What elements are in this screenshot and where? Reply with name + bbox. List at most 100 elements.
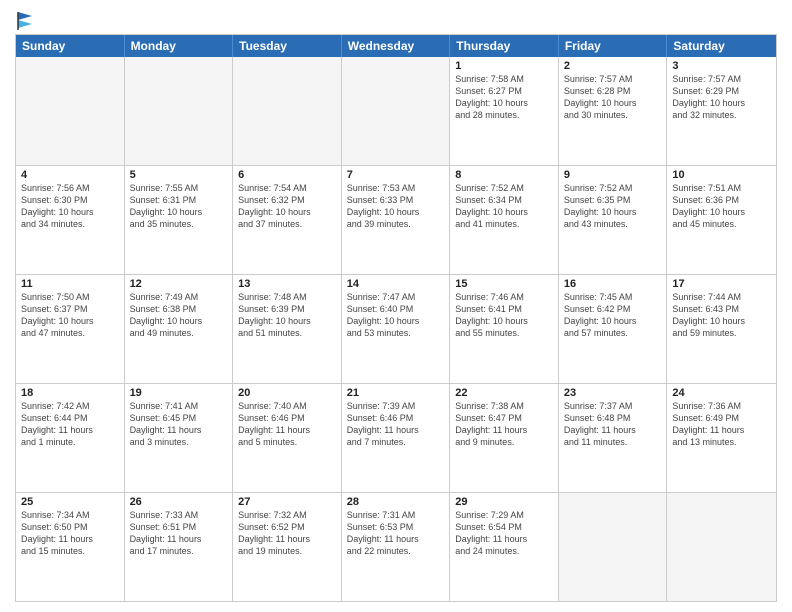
day-number: 19 — [130, 387, 228, 399]
day-number: 2 — [564, 60, 662, 72]
day-info: Sunrise: 7:45 AM Sunset: 6:42 PM Dayligh… — [564, 291, 662, 340]
calendar-cell: 15Sunrise: 7:46 AM Sunset: 6:41 PM Dayli… — [450, 275, 559, 383]
day-number: 5 — [130, 169, 228, 181]
calendar-row: 25Sunrise: 7:34 AM Sunset: 6:50 PM Dayli… — [16, 493, 776, 601]
day-info: Sunrise: 7:49 AM Sunset: 6:38 PM Dayligh… — [130, 291, 228, 340]
calendar-cell: 24Sunrise: 7:36 AM Sunset: 6:49 PM Dayli… — [667, 384, 776, 492]
day-info: Sunrise: 7:47 AM Sunset: 6:40 PM Dayligh… — [347, 291, 445, 340]
day-info: Sunrise: 7:41 AM Sunset: 6:45 PM Dayligh… — [130, 400, 228, 449]
calendar-row: 11Sunrise: 7:50 AM Sunset: 6:37 PM Dayli… — [16, 275, 776, 384]
day-number: 20 — [238, 387, 336, 399]
day-number: 23 — [564, 387, 662, 399]
day-info: Sunrise: 7:56 AM Sunset: 6:30 PM Dayligh… — [21, 182, 119, 231]
calendar-cell: 4Sunrise: 7:56 AM Sunset: 6:30 PM Daylig… — [16, 166, 125, 274]
calendar-cell: 16Sunrise: 7:45 AM Sunset: 6:42 PM Dayli… — [559, 275, 668, 383]
calendar-cell — [16, 57, 125, 165]
calendar-cell: 18Sunrise: 7:42 AM Sunset: 6:44 PM Dayli… — [16, 384, 125, 492]
day-number: 26 — [130, 496, 228, 508]
calendar-cell: 2Sunrise: 7:57 AM Sunset: 6:28 PM Daylig… — [559, 57, 668, 165]
day-info: Sunrise: 7:32 AM Sunset: 6:52 PM Dayligh… — [238, 509, 336, 558]
day-info: Sunrise: 7:46 AM Sunset: 6:41 PM Dayligh… — [455, 291, 553, 340]
day-info: Sunrise: 7:37 AM Sunset: 6:48 PM Dayligh… — [564, 400, 662, 449]
day-number: 18 — [21, 387, 119, 399]
day-number: 7 — [347, 169, 445, 181]
calendar-cell: 20Sunrise: 7:40 AM Sunset: 6:46 PM Dayli… — [233, 384, 342, 492]
day-info: Sunrise: 7:53 AM Sunset: 6:33 PM Dayligh… — [347, 182, 445, 231]
calendar-cell: 10Sunrise: 7:51 AM Sunset: 6:36 PM Dayli… — [667, 166, 776, 274]
day-info: Sunrise: 7:51 AM Sunset: 6:36 PM Dayligh… — [672, 182, 771, 231]
calendar-cell: 28Sunrise: 7:31 AM Sunset: 6:53 PM Dayli… — [342, 493, 451, 601]
calendar-cell — [559, 493, 668, 601]
weekday-header: Sunday — [16, 35, 125, 57]
day-number: 14 — [347, 278, 445, 290]
day-number: 25 — [21, 496, 119, 508]
day-info: Sunrise: 7:52 AM Sunset: 6:35 PM Dayligh… — [564, 182, 662, 231]
calendar-cell — [233, 57, 342, 165]
calendar-cell — [667, 493, 776, 601]
day-number: 27 — [238, 496, 336, 508]
day-info: Sunrise: 7:54 AM Sunset: 6:32 PM Dayligh… — [238, 182, 336, 231]
day-number: 3 — [672, 60, 771, 72]
calendar-row: 4Sunrise: 7:56 AM Sunset: 6:30 PM Daylig… — [16, 166, 776, 275]
calendar-cell: 19Sunrise: 7:41 AM Sunset: 6:45 PM Dayli… — [125, 384, 234, 492]
day-number: 11 — [21, 278, 119, 290]
calendar-cell: 23Sunrise: 7:37 AM Sunset: 6:48 PM Dayli… — [559, 384, 668, 492]
calendar-cell: 29Sunrise: 7:29 AM Sunset: 6:54 PM Dayli… — [450, 493, 559, 601]
calendar-cell: 25Sunrise: 7:34 AM Sunset: 6:50 PM Dayli… — [16, 493, 125, 601]
day-info: Sunrise: 7:58 AM Sunset: 6:27 PM Dayligh… — [455, 73, 553, 122]
day-info: Sunrise: 7:55 AM Sunset: 6:31 PM Dayligh… — [130, 182, 228, 231]
weekday-header: Wednesday — [342, 35, 451, 57]
weekday-header: Tuesday — [233, 35, 342, 57]
day-info: Sunrise: 7:39 AM Sunset: 6:46 PM Dayligh… — [347, 400, 445, 449]
day-info: Sunrise: 7:52 AM Sunset: 6:34 PM Dayligh… — [455, 182, 553, 231]
day-info: Sunrise: 7:34 AM Sunset: 6:50 PM Dayligh… — [21, 509, 119, 558]
calendar-cell: 3Sunrise: 7:57 AM Sunset: 6:29 PM Daylig… — [667, 57, 776, 165]
calendar-cell: 5Sunrise: 7:55 AM Sunset: 6:31 PM Daylig… — [125, 166, 234, 274]
calendar-row: 1Sunrise: 7:58 AM Sunset: 6:27 PM Daylig… — [16, 57, 776, 166]
header — [15, 10, 777, 28]
day-info: Sunrise: 7:36 AM Sunset: 6:49 PM Dayligh… — [672, 400, 771, 449]
day-number: 8 — [455, 169, 553, 181]
day-number: 17 — [672, 278, 771, 290]
day-info: Sunrise: 7:29 AM Sunset: 6:54 PM Dayligh… — [455, 509, 553, 558]
day-number: 15 — [455, 278, 553, 290]
day-number: 21 — [347, 387, 445, 399]
day-info: Sunrise: 7:42 AM Sunset: 6:44 PM Dayligh… — [21, 400, 119, 449]
logo — [15, 14, 34, 28]
calendar-header: SundayMondayTuesdayWednesdayThursdayFrid… — [16, 35, 776, 57]
calendar-cell: 22Sunrise: 7:38 AM Sunset: 6:47 PM Dayli… — [450, 384, 559, 492]
day-info: Sunrise: 7:44 AM Sunset: 6:43 PM Dayligh… — [672, 291, 771, 340]
day-number: 12 — [130, 278, 228, 290]
weekday-header: Friday — [559, 35, 668, 57]
logo-flag-icon — [16, 10, 34, 32]
day-info: Sunrise: 7:38 AM Sunset: 6:47 PM Dayligh… — [455, 400, 553, 449]
day-number: 29 — [455, 496, 553, 508]
weekday-header: Thursday — [450, 35, 559, 57]
weekday-header: Saturday — [667, 35, 776, 57]
day-info: Sunrise: 7:57 AM Sunset: 6:29 PM Dayligh… — [672, 73, 771, 122]
day-info: Sunrise: 7:50 AM Sunset: 6:37 PM Dayligh… — [21, 291, 119, 340]
calendar-body: 1Sunrise: 7:58 AM Sunset: 6:27 PM Daylig… — [16, 57, 776, 601]
day-number: 6 — [238, 169, 336, 181]
calendar-cell — [342, 57, 451, 165]
day-info: Sunrise: 7:48 AM Sunset: 6:39 PM Dayligh… — [238, 291, 336, 340]
calendar-cell: 13Sunrise: 7:48 AM Sunset: 6:39 PM Dayli… — [233, 275, 342, 383]
day-number: 10 — [672, 169, 771, 181]
calendar-cell: 8Sunrise: 7:52 AM Sunset: 6:34 PM Daylig… — [450, 166, 559, 274]
day-number: 16 — [564, 278, 662, 290]
calendar-cell: 11Sunrise: 7:50 AM Sunset: 6:37 PM Dayli… — [16, 275, 125, 383]
calendar-cell: 27Sunrise: 7:32 AM Sunset: 6:52 PM Dayli… — [233, 493, 342, 601]
day-number: 22 — [455, 387, 553, 399]
calendar-cell: 12Sunrise: 7:49 AM Sunset: 6:38 PM Dayli… — [125, 275, 234, 383]
calendar-cell: 6Sunrise: 7:54 AM Sunset: 6:32 PM Daylig… — [233, 166, 342, 274]
page: SundayMondayTuesdayWednesdayThursdayFrid… — [0, 0, 792, 612]
day-number: 24 — [672, 387, 771, 399]
day-number: 13 — [238, 278, 336, 290]
calendar-row: 18Sunrise: 7:42 AM Sunset: 6:44 PM Dayli… — [16, 384, 776, 493]
day-info: Sunrise: 7:33 AM Sunset: 6:51 PM Dayligh… — [130, 509, 228, 558]
day-number: 1 — [455, 60, 553, 72]
weekday-header: Monday — [125, 35, 234, 57]
calendar-cell: 21Sunrise: 7:39 AM Sunset: 6:46 PM Dayli… — [342, 384, 451, 492]
calendar: SundayMondayTuesdayWednesdayThursdayFrid… — [15, 34, 777, 602]
calendar-cell: 1Sunrise: 7:58 AM Sunset: 6:27 PM Daylig… — [450, 57, 559, 165]
